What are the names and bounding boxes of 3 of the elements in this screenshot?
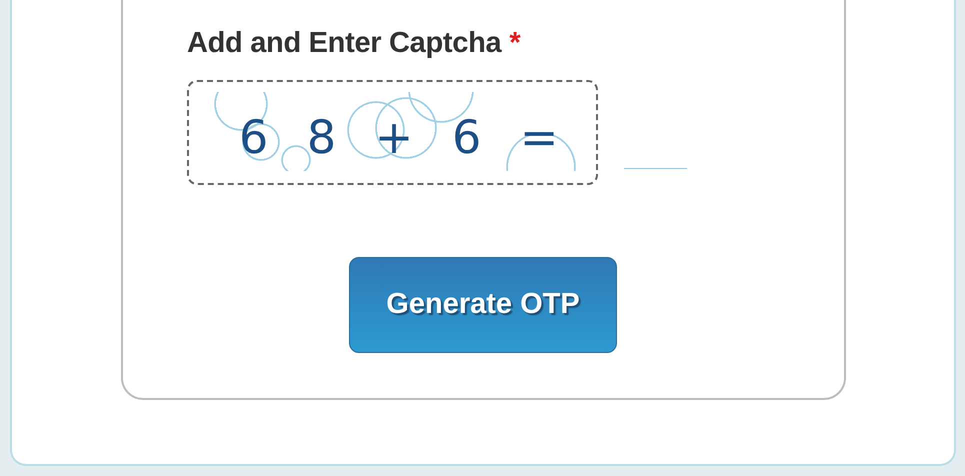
required-mark: * (509, 27, 520, 59)
generate-otp-button[interactable]: Generate OTP (349, 256, 617, 352)
captcha-label: Add and Enter Captcha (187, 27, 502, 59)
